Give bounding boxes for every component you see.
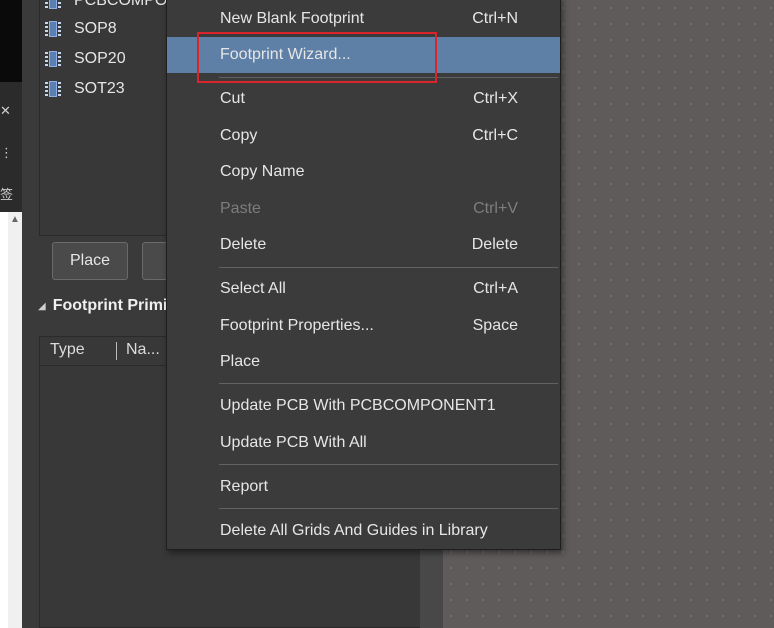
menu-item-report[interactable]: Report	[167, 469, 560, 505]
menu-item-label: Footprint Properties...	[220, 317, 374, 334]
menu-item-paste: Paste Ctrl+V	[167, 191, 560, 227]
menu-item-label: Copy Name	[220, 163, 305, 180]
list-item[interactable]: SOP20	[44, 45, 126, 73]
menu-item-label: Select All	[220, 280, 286, 297]
menu-item-shortcut: Ctrl+C	[472, 127, 518, 144]
menu-item-label: New Blank Footprint	[220, 10, 365, 27]
menu-item-copy-name[interactable]: Copy Name	[167, 154, 560, 190]
menu-item-label: Delete All Grids And Guides in Library	[220, 522, 488, 539]
menu-item-label: Delete	[220, 236, 267, 253]
menu-item-shortcut: Ctrl+A	[473, 280, 518, 297]
column-header-name[interactable]: Na...	[126, 341, 160, 359]
menu-separator	[219, 383, 558, 384]
label-glyph: 签	[0, 188, 14, 203]
left-dark-area	[0, 0, 22, 82]
menu-item-label: Report	[220, 478, 269, 495]
list-item[interactable]: SOT23	[44, 75, 125, 103]
menu-item-cut[interactable]: Cut Ctrl+X	[167, 81, 560, 117]
list-item[interactable]: SOP8	[44, 15, 117, 43]
menu-item-delete[interactable]: Delete Delete	[167, 227, 560, 263]
menu-item-shortcut: Space	[472, 317, 518, 334]
menu-item-label: Footprint Wizard...	[220, 46, 351, 63]
menu-item-update-pcb-component[interactable]: Update PCB With PCBCOMPONENT1	[167, 388, 560, 424]
menu-item-label: Update PCB With PCBCOMPONENT1	[220, 397, 496, 414]
menu-item-label: Update PCB With All	[220, 434, 367, 451]
menu-item-delete-grids-guides[interactable]: Delete All Grids And Guides in Library	[167, 513, 560, 549]
menu-item-shortcut: Ctrl+N	[472, 10, 518, 27]
left-side-strip: ✕ ⋮ 签 ▲	[0, 0, 22, 628]
menu-item-label: Paste	[220, 200, 261, 217]
scroll-up-arrow-icon[interactable]: ▲	[10, 214, 20, 225]
left-scrollbar[interactable]: ▲	[8, 212, 22, 628]
menu-item-new-blank-footprint[interactable]: New Blank Footprint Ctrl+N	[167, 1, 560, 37]
chip-icon	[44, 80, 62, 98]
menu-item-shortcut: Delete	[471, 236, 518, 253]
chip-icon	[44, 0, 62, 10]
menu-item-shortcut: Ctrl+X	[473, 90, 518, 107]
menu-item-copy[interactable]: Copy Ctrl+C	[167, 118, 560, 154]
column-header-type[interactable]: Type	[50, 341, 85, 359]
footprint-name: SOT23	[74, 80, 125, 97]
more-vert-icon[interactable]: ⋮	[0, 146, 13, 161]
menu-separator	[219, 508, 558, 509]
menu-item-label: Copy	[220, 127, 258, 144]
chip-icon	[44, 50, 62, 68]
menu-separator	[219, 77, 558, 78]
menu-item-shortcut: Ctrl+V	[473, 200, 518, 217]
menu-item-footprint-properties[interactable]: Footprint Properties... Space	[167, 308, 560, 344]
footprint-name: SOP20	[74, 50, 126, 67]
menu-item-select-all[interactable]: Select All Ctrl+A	[167, 271, 560, 307]
menu-item-place[interactable]: Place	[167, 344, 560, 380]
menu-separator	[219, 464, 558, 465]
menu-item-label: Place	[220, 353, 261, 370]
place-button[interactable]: Place	[52, 242, 128, 280]
context-menu: New Blank Footprint Ctrl+N Footprint Wiz…	[166, 0, 561, 550]
menu-item-update-pcb-all[interactable]: Update PCB With All	[167, 425, 560, 461]
menu-item-footprint-wizard[interactable]: Footprint Wizard...	[167, 37, 560, 73]
chip-icon	[44, 20, 62, 38]
close-icon[interactable]: ✕	[0, 104, 11, 119]
menu-item-label: Cut	[220, 90, 245, 107]
collapse-triangle-icon[interactable]: ◢	[38, 301, 46, 312]
column-separator[interactable]	[116, 342, 117, 360]
footprint-name: SOP8	[74, 20, 117, 37]
menu-separator	[219, 267, 558, 268]
